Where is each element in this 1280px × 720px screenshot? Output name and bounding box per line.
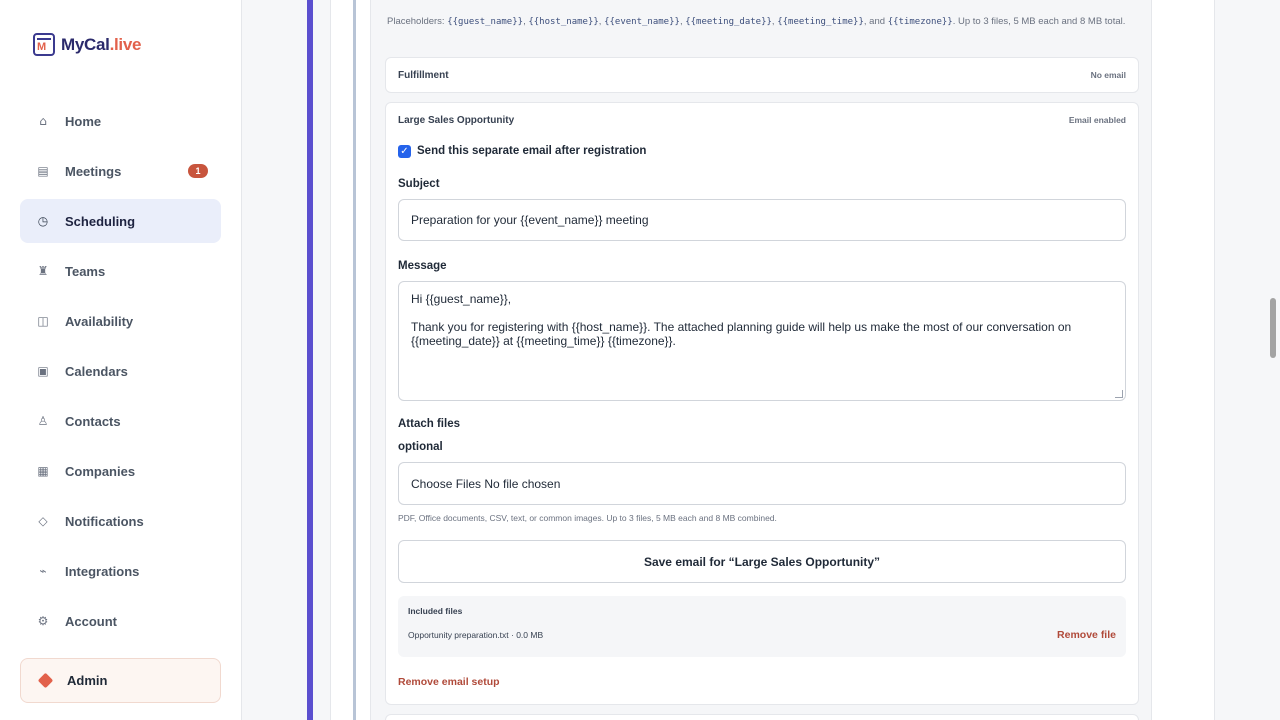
app-logo[interactable]: M MyCal.live [33,33,141,56]
placeholder-token: {{meeting_date}} [685,17,772,27]
sidebar-item-label: Companies [65,463,136,479]
sidebar-item-label: Account [65,613,117,629]
sidebar-item-label: Teams [65,263,106,279]
teams-icon: ♜ [37,264,49,278]
remove-file-button[interactable]: Remove file [1057,629,1116,641]
clock-icon: ◷ [37,214,49,228]
sidebar-item-label: Contacts [65,413,121,429]
sidebar-item-label: Scheduling [65,213,136,229]
placeholder-token: {{timezone}} [887,17,953,27]
optional-label: optional [398,441,443,453]
message-label: Message [398,260,447,272]
sidebar-item-availability[interactable]: ◫ Availability [20,299,221,343]
sidebar-item-admin[interactable]: Admin [20,658,221,703]
home-icon: ⌂ [39,114,47,128]
included-files-panel: Included files Opportunity preparation.t… [398,596,1126,657]
notifications-icon: ◇ [38,514,48,528]
sidebar-item-label: Admin [67,673,108,688]
calendar-icon: ▣ [37,364,49,378]
sidebar: M MyCal.live ⌂ Home ▤ Meetings 1 ◷ Scheduling ♜… [0,0,242,720]
answer-email-card-large-sales-opportunity: Large Sales Opportunity Email enabled ✓ … [385,102,1139,705]
remove-email-setup-button[interactable]: Remove email setup [398,676,500,688]
subject-label: Subject [398,178,440,190]
included-file-name: Opportunity preparation.txt · 0.0 MB [408,630,544,640]
placeholder-token: {{event_name}} [604,17,680,27]
sidebar-item-label: Notifications [65,513,144,529]
account-icon: ⚙ [37,614,49,628]
companies-icon: ▦ [37,464,49,478]
sidebar-item-label: Calendars [65,363,128,379]
section-accent-bar [307,0,313,720]
sidebar-item-notifications[interactable]: ◇ Notifications [20,499,221,543]
placeholder-token: {{host_name}} [528,17,599,27]
sidebar-item-calendars[interactable]: ▣ Calendars [20,349,221,393]
card-title: Large Sales Opportunity [398,115,515,126]
placeholder-token: {{meeting_time}} [777,17,864,27]
sidebar-item-scheduling[interactable]: ◷ Scheduling [20,199,221,243]
sidebar-item-companies[interactable]: ▦ Companies [20,449,221,493]
sidebar-item-label: Meetings [65,163,122,179]
resize-grip-icon[interactable] [1115,390,1123,398]
meetings-icon: ▤ [37,164,49,178]
subject-input[interactable]: Preparation for your {{event_name}} meet… [398,199,1126,241]
file-hint: PDF, Office documents, CSV, text, or com… [398,513,777,523]
message-textarea[interactable]: Hi {{guest_name}}, Thank you for registe… [398,281,1126,401]
included-files-heading: Included files [408,606,463,616]
sidebar-item-label: Home [65,113,102,129]
send-email-checkbox-label[interactable]: Send this separate email after registrat… [417,145,646,157]
admin-diamond-icon [37,672,54,689]
answer-email-card-fulfillment[interactable]: Fulfillment No email [385,57,1139,93]
placeholder-token: {{guest_name}} [447,17,524,27]
sidebar-item-integrations[interactable]: ⌁ Integrations [20,549,221,593]
placeholders-help-text: Placeholders: {{guest_name}}, {{host_nam… [387,16,1126,27]
email-status: No email [1090,70,1126,80]
save-email-button[interactable]: Save email for “Large Sales Opportunity” [398,540,1126,583]
email-status: Email enabled [1068,115,1126,125]
sidebar-item-home[interactable]: ⌂ Home [20,99,221,143]
availability-icon: ◫ [37,314,49,328]
calendar-logo-icon: M [33,33,55,56]
sidebar-item-teams[interactable]: ♜ Teams [20,249,221,293]
nested-indicator-line [353,0,356,720]
answer-email-card-next[interactable] [385,714,1139,720]
meetings-count-badge: 1 [188,164,208,178]
sidebar-item-contacts[interactable]: ♙ Contacts [20,399,221,443]
contacts-icon: ♙ [37,414,49,428]
attach-files-label: Attach files [398,418,460,430]
page-scrollbar[interactable] [1270,298,1276,358]
sidebar-item-meetings[interactable]: ▤ Meetings 1 [20,149,221,193]
sidebar-item-label: Availability [65,313,134,329]
send-email-checkbox[interactable]: ✓ [398,145,411,158]
sidebar-item-account[interactable]: ⚙ Account [20,599,221,643]
app-name: MyCal.live [61,34,142,54]
card-title: Fulfillment [398,70,449,81]
integrations-icon: ⌁ [39,564,47,578]
sidebar-item-label: Integrations [65,563,140,579]
file-input[interactable]: Choose Files No file chosen [398,462,1126,505]
